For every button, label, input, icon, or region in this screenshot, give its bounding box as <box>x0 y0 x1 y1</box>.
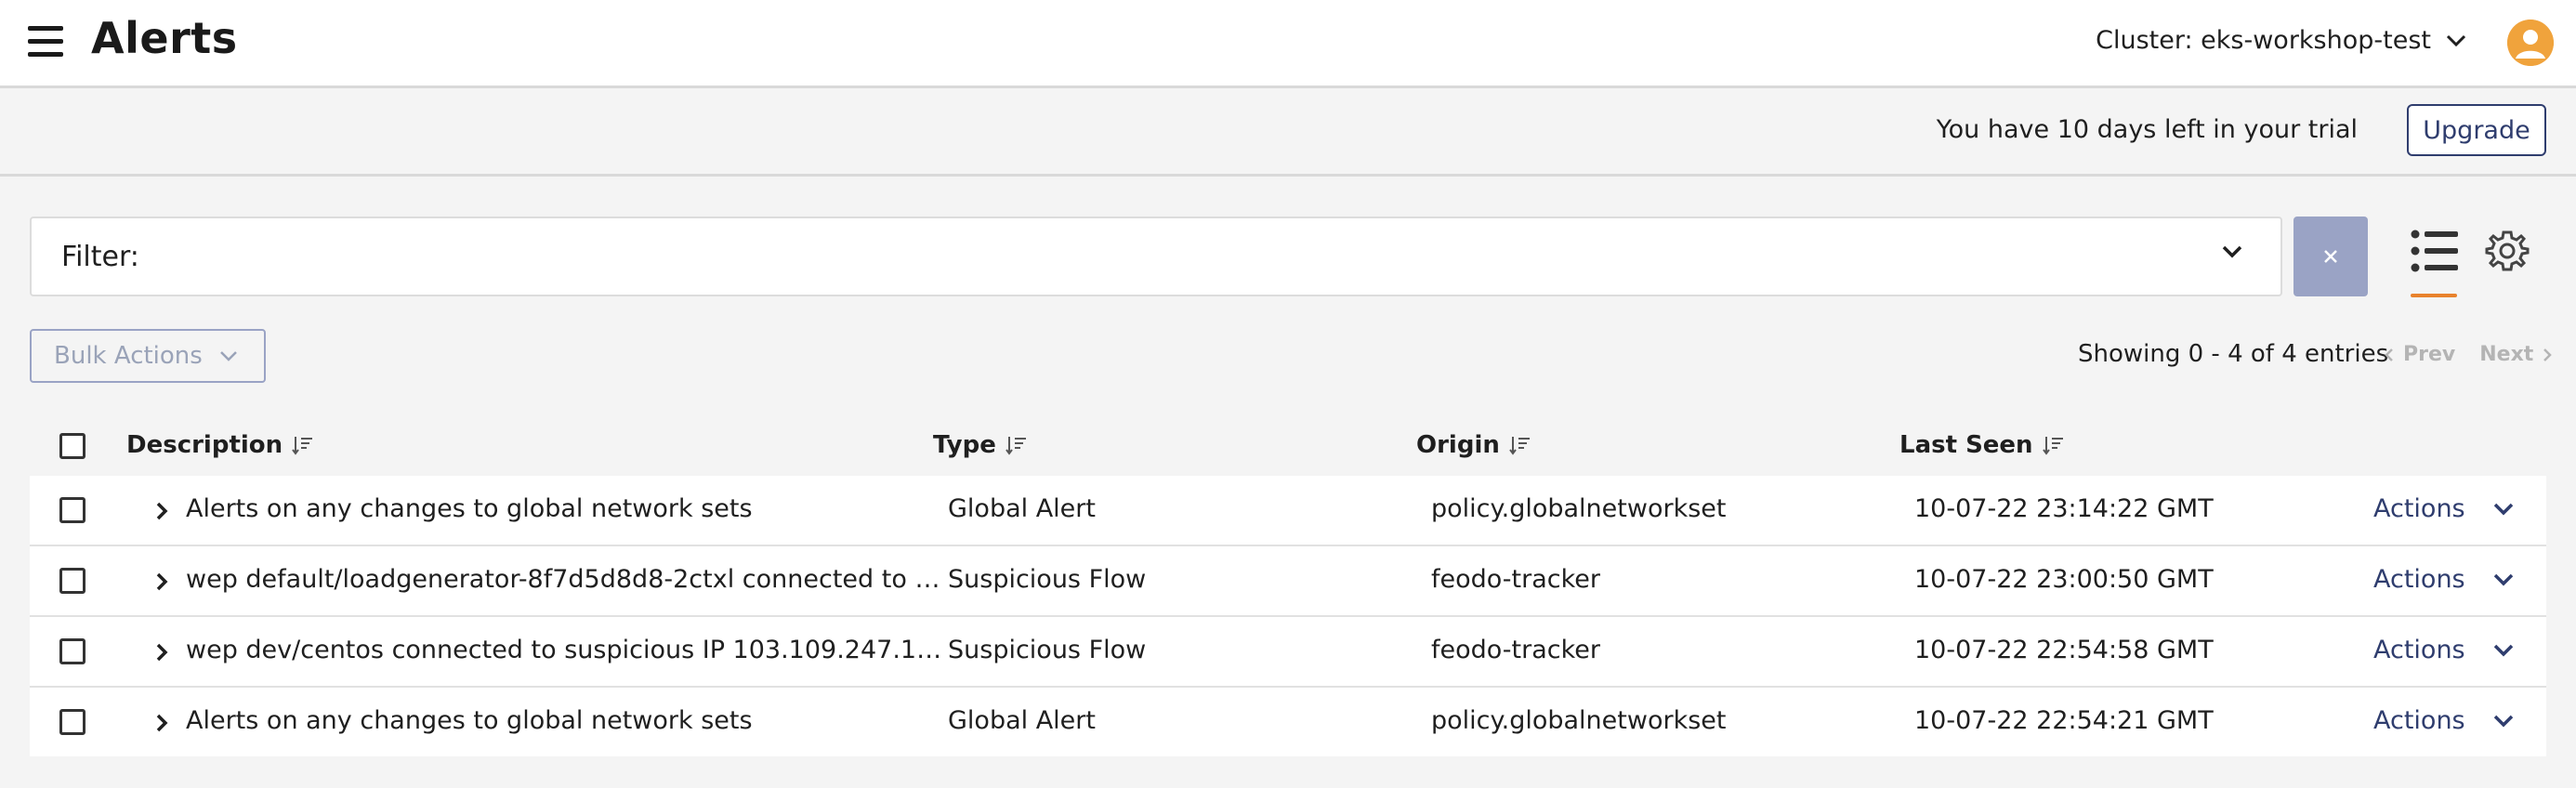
column-header-label: Last Seen <box>1899 431 2033 459</box>
bulk-actions-button[interactable]: Bulk Actions <box>30 329 266 383</box>
last-seen-cell: 10-07-22 23:00:50 GMT <box>1914 565 2214 594</box>
last-seen-cell: 10-07-22 22:54:21 GMT <box>1914 706 2214 735</box>
bulk-actions-label: Bulk Actions <box>54 342 203 370</box>
cluster-label: Cluster: eks-workshop-test <box>2096 26 2431 55</box>
select-all-checkbox[interactable] <box>59 433 85 459</box>
chevron-down-icon <box>2493 573 2513 585</box>
sort-icon <box>292 437 313 455</box>
column-header-type[interactable]: Type <box>933 431 1028 459</box>
chevron-down-icon <box>2493 503 2513 515</box>
description-cell: wep default/loadgenerator-8f7d5d8d8-2ctx… <box>186 565 946 594</box>
chevron-down-icon <box>2493 644 2513 656</box>
chevron-down-icon <box>2446 34 2466 46</box>
description-cell: wep dev/centos connected to suspicious I… <box>186 636 946 664</box>
column-header-label: Type <box>933 431 996 459</box>
upgrade-button[interactable]: Upgrade <box>2407 104 2546 156</box>
last-seen-cell: 10-07-22 23:14:22 GMT <box>1914 494 2214 523</box>
actions-label: Actions <box>2373 636 2465 664</box>
table-row: wep default/loadgenerator-8f7d5d8d8-2ctx… <box>30 546 2546 617</box>
chevron-down-icon[interactable] <box>2221 244 2243 259</box>
sort-icon <box>1005 437 1026 455</box>
sort-icon <box>1509 437 1530 455</box>
sort-icon <box>2042 437 2063 455</box>
type-cell: Global Alert <box>948 706 1096 735</box>
type-cell: Global Alert <box>948 494 1096 523</box>
row-checkbox[interactable] <box>59 568 85 594</box>
column-header-last-seen[interactable]: Last Seen <box>1899 431 2065 459</box>
filter-input[interactable]: Filter: <box>30 217 2282 296</box>
trial-message: You have 10 days left in your trial <box>1936 115 2358 144</box>
filter-label: Filter: <box>61 241 139 273</box>
table-row: wep dev/centos connected to suspicious I… <box>30 617 2546 688</box>
chevron-right-icon[interactable] <box>151 639 173 665</box>
chevron-right-icon[interactable] <box>151 569 173 595</box>
trial-banner: You have 10 days left in your trial Upgr… <box>0 88 2576 177</box>
column-header-label: Description <box>126 431 283 459</box>
origin-cell: policy.globalnetworkset <box>1431 706 1727 735</box>
table-row: Alerts on any changes to global network … <box>30 688 2546 756</box>
description-cell: Alerts on any changes to global network … <box>186 706 753 735</box>
chevron-down-icon <box>2493 715 2513 727</box>
row-actions-button[interactable]: Actions <box>2373 565 2514 594</box>
type-cell: Suspicious Flow <box>948 565 1147 594</box>
type-cell: Suspicious Flow <box>948 636 1147 664</box>
row-actions-button[interactable]: Actions <box>2373 494 2514 523</box>
row-actions-button[interactable]: Actions <box>2373 636 2514 664</box>
origin-cell: feodo-tracker <box>1431 565 1600 594</box>
entries-count: Showing 0 - 4 of 4 entries <box>2078 340 2389 368</box>
user-avatar-icon[interactable] <box>2507 20 2554 66</box>
chevron-right-icon[interactable] <box>151 710 173 736</box>
row-checkbox[interactable] <box>59 497 85 523</box>
chevron-right-icon[interactable] <box>2543 348 2553 362</box>
prev-button[interactable]: Prev <box>2403 343 2455 366</box>
list-view-icon[interactable] <box>2411 227 2459 279</box>
description-cell: Alerts on any changes to global network … <box>186 494 753 523</box>
table-header: Description Type Origin Last Seen <box>30 420 2546 472</box>
origin-cell: policy.globalnetworkset <box>1431 494 1727 523</box>
chevron-left-icon[interactable] <box>2385 348 2394 362</box>
chevron-right-icon[interactable] <box>151 498 173 524</box>
row-checkbox[interactable] <box>59 638 85 664</box>
gear-icon[interactable] <box>2485 229 2530 273</box>
close-icon <box>2324 250 2337 263</box>
next-button[interactable]: Next <box>2479 343 2533 366</box>
actions-label: Actions <box>2373 706 2465 735</box>
origin-cell: feodo-tracker <box>1431 636 1600 664</box>
active-view-indicator <box>2411 294 2457 297</box>
table-body: Alerts on any changes to global network … <box>30 476 2546 756</box>
actions-label: Actions <box>2373 565 2465 594</box>
row-checkbox[interactable] <box>59 709 85 735</box>
column-header-origin[interactable]: Origin <box>1416 431 1531 459</box>
last-seen-cell: 10-07-22 22:54:58 GMT <box>1914 636 2214 664</box>
page-title: Alerts <box>91 13 238 63</box>
pagination: Prev Next <box>2385 343 2553 366</box>
row-actions-button[interactable]: Actions <box>2373 706 2514 735</box>
table-row: Alerts on any changes to global network … <box>30 476 2546 546</box>
hamburger-menu-icon[interactable] <box>28 26 63 58</box>
clear-filter-button[interactable] <box>2293 217 2368 296</box>
cluster-selector[interactable]: Cluster: eks-workshop-test <box>2096 26 2466 55</box>
top-bar: Alerts Cluster: eks-workshop-test <box>0 0 2576 88</box>
actions-label: Actions <box>2373 494 2465 523</box>
column-header-label: Origin <box>1416 431 1500 459</box>
chevron-down-icon <box>219 351 237 361</box>
column-header-description[interactable]: Description <box>126 431 314 459</box>
